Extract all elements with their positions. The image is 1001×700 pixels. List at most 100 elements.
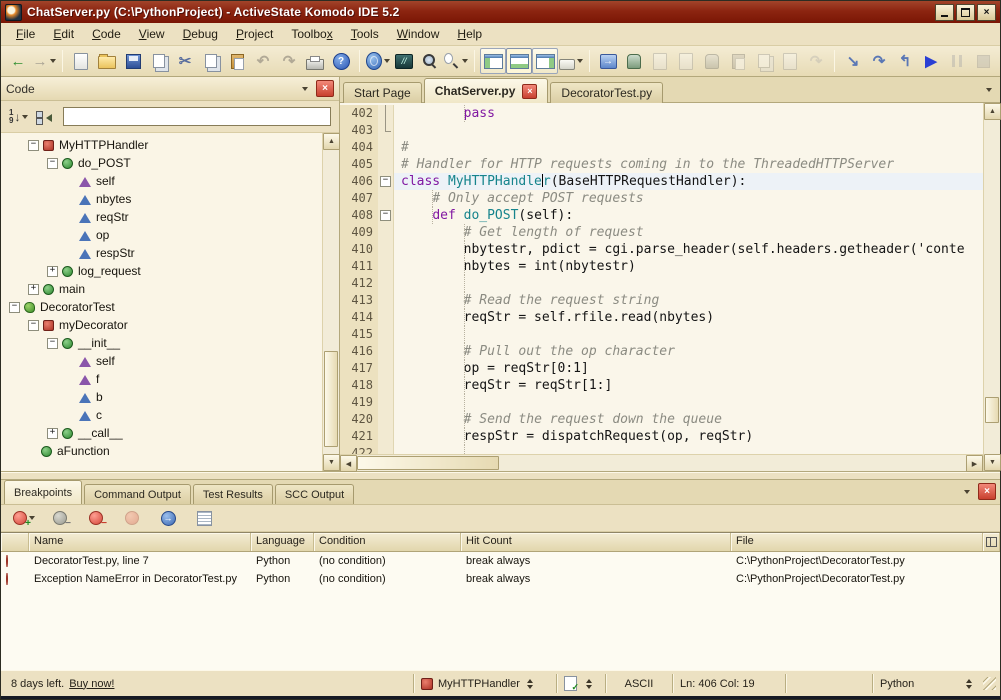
cut-button[interactable]: ✂ xyxy=(172,48,198,74)
current-symbol-section[interactable]: MyHTTPHandler xyxy=(413,674,556,693)
tab-close-button[interactable]: × xyxy=(522,84,537,99)
symbol-spinner[interactable] xyxy=(527,679,533,689)
tree-item-c[interactable]: c xyxy=(1,406,322,424)
column-header-name[interactable]: Name xyxy=(29,533,251,551)
tree-item-op[interactable]: op xyxy=(1,226,322,244)
fold-margin[interactable]: − xyxy=(378,207,394,224)
tree-item-main[interactable]: +main xyxy=(1,280,322,298)
tab-test-results[interactable]: Test Results xyxy=(193,484,273,504)
scroll-thumb[interactable] xyxy=(324,351,338,447)
tree-item-afunction[interactable]: aFunction xyxy=(1,442,322,460)
panel-menu-button[interactable] xyxy=(295,81,312,97)
toggle-bottom-pane-button[interactable] xyxy=(506,48,532,74)
code-editor[interactable]: 402 pass403404#405# Handler for HTTP req… xyxy=(340,103,983,454)
column-picker-button[interactable] xyxy=(983,533,1000,551)
menu-file[interactable]: File xyxy=(7,25,44,43)
tree-expander[interactable]: + xyxy=(47,266,58,277)
toggle-left-pane-button[interactable] xyxy=(480,48,506,74)
print-button[interactable] xyxy=(302,48,328,74)
column-header-hit_count[interactable]: Hit Count xyxy=(461,533,731,551)
syntax-check-section[interactable] xyxy=(556,674,605,693)
tree-item-do_post[interactable]: −do_POST xyxy=(1,154,322,172)
code-line-411[interactable]: 411 nbytes = int(nbytestr) xyxy=(340,258,983,275)
symbol-filter-input[interactable] xyxy=(63,107,331,126)
column-header-language[interactable]: Language xyxy=(251,533,314,551)
tab-decoratortest-py[interactable]: DecoratorTest.py xyxy=(550,82,663,103)
code-line-412[interactable]: 412 xyxy=(340,275,983,292)
scroll-right-button[interactable]: ▶ xyxy=(966,455,983,472)
locate-in-tree-button[interactable] xyxy=(35,110,52,123)
bottom-panel-close-button[interactable]: × xyxy=(978,483,996,500)
step-over-button[interactable]: ↷ xyxy=(866,48,892,74)
tree-item-self[interactable]: self xyxy=(1,172,322,190)
fold-collapse-icon[interactable]: − xyxy=(380,210,391,221)
buy-now-link[interactable]: Buy now! xyxy=(69,678,114,690)
scroll-down-button[interactable]: ▼ xyxy=(984,454,1001,471)
code-line-417[interactable]: 417 op = reqStr[0:1] xyxy=(340,360,983,377)
breakpoint-properties-button[interactable] xyxy=(191,505,217,531)
tree-vertical-scrollbar[interactable]: ▲ ▼ xyxy=(322,133,339,471)
bottom-panel-menu-button[interactable] xyxy=(957,484,974,500)
code-line-408[interactable]: 408− def do_POST(self): xyxy=(340,207,983,224)
maximize-button[interactable] xyxy=(956,4,975,21)
menu-edit[interactable]: Edit xyxy=(44,25,83,43)
resize-grip[interactable] xyxy=(983,677,996,690)
table-row[interactable]: DecoratorTest.py, line 7Python(no condit… xyxy=(1,552,1000,570)
save-all-button[interactable] xyxy=(146,48,172,74)
code-line-409[interactable]: 409 # Get length of request xyxy=(340,224,983,241)
keybinding-button[interactable] xyxy=(558,48,584,74)
scroll-up-button[interactable]: ▲ xyxy=(984,103,1001,120)
code-line-415[interactable]: 415 xyxy=(340,326,983,343)
column-header-condition[interactable]: Condition xyxy=(314,533,461,551)
table-row[interactable]: Exception NameError in DecoratorTest.pyP… xyxy=(1,570,1000,588)
tree-item-__call__[interactable]: +__call__ xyxy=(1,424,322,442)
horizontal-splitter[interactable] xyxy=(1,472,1000,479)
tree-expander[interactable]: − xyxy=(28,140,39,151)
open-file-button[interactable] xyxy=(94,48,120,74)
step-out-button[interactable]: ↰ xyxy=(892,48,918,74)
sort-order-button[interactable]: 19 ↓ xyxy=(9,109,28,125)
menu-toolbox[interactable]: Toolbox xyxy=(282,25,341,43)
delete-breakpoints-button[interactable]: − xyxy=(83,505,109,531)
code-browser-button[interactable]: // xyxy=(391,48,417,74)
tree-expander[interactable]: − xyxy=(9,302,20,313)
tab-breakpoints[interactable]: Breakpoints xyxy=(4,480,82,504)
syntax-spinner[interactable] xyxy=(586,679,592,689)
tree-item-myhttphandler[interactable]: −MyHTTPHandler xyxy=(1,136,322,154)
menu-tools[interactable]: Tools xyxy=(342,25,388,43)
scroll-track[interactable] xyxy=(357,455,966,471)
tree-item-mydecorator[interactable]: −myDecorator xyxy=(1,316,322,334)
code-line-403[interactable]: 403 xyxy=(340,122,983,139)
editor-horizontal-scrollbar[interactable]: ◀ ▶ xyxy=(340,454,983,471)
tab-list-button[interactable] xyxy=(979,82,996,98)
menu-debug[interactable]: Debug xyxy=(174,25,227,43)
code-line-419[interactable]: 419 xyxy=(340,394,983,411)
code-line-418[interactable]: 418 reqStr = reqStr[1:] xyxy=(340,377,983,394)
tab-scc-output[interactable]: SCC Output xyxy=(275,484,354,504)
title-bar[interactable]: ChatServer.py (C:\PythonProject) - Activ… xyxy=(1,1,1000,23)
tree-item-nbytes[interactable]: nbytes xyxy=(1,190,322,208)
redo-button[interactable]: ↷ xyxy=(276,48,302,74)
encoding-section[interactable]: ASCII xyxy=(605,674,672,693)
scroll-down-button[interactable]: ▼ xyxy=(323,454,340,471)
new-db-process-button[interactable] xyxy=(621,48,647,74)
code-line-410[interactable]: 410 nbytestr, pdict = cgi.parse_header(s… xyxy=(340,241,983,258)
code-line-421[interactable]: 421 respStr = dispatchRequest(op, reqStr… xyxy=(340,428,983,445)
code-line-416[interactable]: 416 # Pull out the op character xyxy=(340,343,983,360)
find-in-files-button[interactable] xyxy=(443,48,469,74)
back-button[interactable]: ← xyxy=(5,48,31,74)
column-header-file[interactable]: File xyxy=(731,533,983,551)
tree-expander[interactable]: − xyxy=(47,338,58,349)
menu-window[interactable]: Window xyxy=(388,25,449,43)
paste-button[interactable] xyxy=(224,48,250,74)
help-button[interactable]: ? xyxy=(328,48,354,74)
minimize-button[interactable] xyxy=(935,4,954,21)
save-button[interactable] xyxy=(120,48,146,74)
tree-expander[interactable]: + xyxy=(47,428,58,439)
code-panel-close-button[interactable]: × xyxy=(316,80,334,97)
code-line-420[interactable]: 420 # Send the request down the queue xyxy=(340,411,983,428)
tree-expander[interactable]: − xyxy=(47,158,58,169)
code-line-413[interactable]: 413 # Read the request string xyxy=(340,292,983,309)
tree-item-log_request[interactable]: +log_request xyxy=(1,262,322,280)
find-button[interactable] xyxy=(417,48,443,74)
